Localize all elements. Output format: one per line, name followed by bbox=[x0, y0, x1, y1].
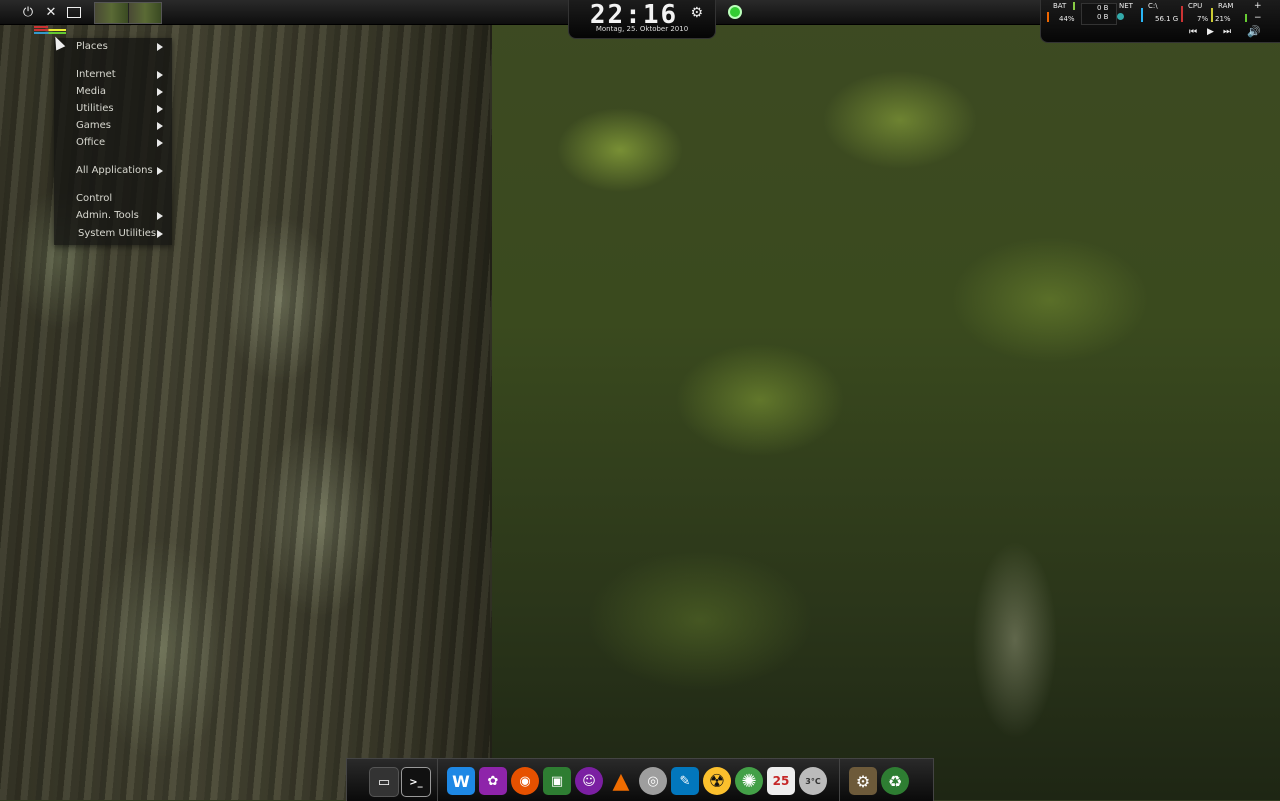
disk-label: C:\ bbox=[1148, 2, 1158, 10]
menu-item-office[interactable]: Office bbox=[76, 135, 105, 151]
menu-button[interactable] bbox=[34, 26, 66, 36]
gear-icon[interactable]: ⚙ bbox=[690, 5, 703, 21]
next-icon[interactable]: ⏭ bbox=[1223, 27, 1231, 37]
power-icon[interactable]: ⏻ bbox=[18, 2, 38, 22]
calendar-icon[interactable]: 25 bbox=[767, 767, 795, 795]
battery-level-bar bbox=[1047, 12, 1049, 22]
start-menu: Places Internet Media Utilities Games Of… bbox=[54, 38, 172, 245]
battery-value: 44% bbox=[1059, 15, 1075, 23]
disk-value: 56.1 G bbox=[1155, 15, 1179, 23]
ram-label: RAM bbox=[1218, 2, 1234, 10]
clock-widget[interactable]: 22:16 Montag, 25. Oktober 2010 ⚙ bbox=[568, 0, 716, 39]
submenu-arrow-icon bbox=[157, 139, 163, 147]
dock: ▭ >_ W ✿ ◉ ▣ ☺ ▲ ◎ ✎ ☢ ✺ 25 3°C ⚙ ♻ bbox=[346, 758, 934, 801]
disc-burner-icon[interactable]: ◎ bbox=[639, 767, 667, 795]
workspace-pager[interactable] bbox=[94, 2, 162, 24]
submenu-arrow-icon bbox=[157, 212, 163, 220]
submenu-arrow-icon bbox=[157, 167, 163, 175]
settings-icon[interactable]: ⚙ bbox=[849, 767, 877, 795]
cpu-bar bbox=[1181, 6, 1183, 22]
ram-bar bbox=[1211, 8, 1213, 22]
workspace-2[interactable] bbox=[128, 3, 161, 23]
submenu-arrow-icon bbox=[157, 43, 163, 51]
close-icon[interactable]: ✕ bbox=[41, 2, 61, 22]
battery-indicator bbox=[1073, 2, 1075, 10]
firefox-icon[interactable]: ◉ bbox=[511, 767, 539, 795]
image-editor-icon[interactable]: ▣ bbox=[543, 767, 571, 795]
clock-date: Montag, 25. Oktober 2010 bbox=[595, 25, 689, 33]
network-icon bbox=[1117, 13, 1124, 20]
tray-status-icon[interactable] bbox=[728, 5, 742, 19]
menu-item-admin-tools[interactable]: Admin. Tools bbox=[76, 208, 139, 224]
volume-icon[interactable]: 🔊 bbox=[1247, 25, 1261, 38]
net-down: 0 B bbox=[1097, 4, 1109, 12]
lime-icon[interactable]: ✺ bbox=[735, 767, 763, 795]
dock-separator bbox=[839, 759, 840, 801]
disk-bar bbox=[1141, 8, 1143, 22]
volume-bar bbox=[1245, 14, 1247, 22]
submenu-arrow-icon bbox=[157, 230, 163, 238]
vlc-icon[interactable]: ▲ bbox=[607, 767, 635, 795]
menu-item-utilities[interactable]: Utilities bbox=[76, 101, 114, 117]
workspace-1[interactable] bbox=[95, 3, 129, 23]
menu-item-places[interactable]: Places bbox=[76, 39, 108, 55]
menu-item-games[interactable]: Games bbox=[76, 118, 111, 134]
menu-item-control[interactable]: Control bbox=[76, 191, 112, 207]
play-icon[interactable]: ▶ bbox=[1207, 27, 1214, 37]
submenu-arrow-icon bbox=[157, 105, 163, 113]
net-label: NET bbox=[1119, 2, 1133, 10]
volume-plus-button[interactable]: + bbox=[1254, 1, 1262, 11]
system-monitor: BAT 44% 0 B 0 B NET C:\ 56.1 G CPU 7% RA… bbox=[1040, 0, 1280, 43]
terminal-tab-icon[interactable]: ▭ bbox=[369, 767, 399, 797]
radiation-icon[interactable]: ☢ bbox=[703, 767, 731, 795]
menu-item-all-applications[interactable]: All Applications bbox=[76, 163, 153, 179]
gimp-icon[interactable]: ✿ bbox=[479, 767, 507, 795]
menu-item-internet[interactable]: Internet bbox=[76, 67, 116, 83]
trash-icon[interactable]: ♻ bbox=[881, 767, 909, 795]
cpu-value: 7% bbox=[1197, 15, 1209, 23]
terminal-icon[interactable]: >_ bbox=[401, 767, 431, 797]
menu-item-media[interactable]: Media bbox=[76, 84, 106, 100]
gedit-icon[interactable]: ✎ bbox=[671, 767, 699, 795]
submenu-arrow-icon bbox=[157, 88, 163, 96]
dock-separator bbox=[437, 759, 438, 801]
menu-item-system-utilities[interactable]: System Utilities bbox=[78, 226, 156, 242]
submenu-arrow-icon bbox=[157, 71, 163, 79]
volume-minus-button[interactable]: − bbox=[1254, 13, 1262, 23]
window-icon[interactable] bbox=[64, 2, 84, 22]
cpu-label: CPU bbox=[1188, 2, 1203, 10]
writer-icon[interactable]: W bbox=[447, 767, 475, 795]
battery-label: BAT bbox=[1053, 2, 1067, 10]
previous-icon[interactable]: ⏮ bbox=[1189, 27, 1197, 37]
net-up: 0 B bbox=[1097, 13, 1109, 21]
weather-icon[interactable]: 3°C bbox=[799, 767, 827, 795]
submenu-arrow-icon bbox=[157, 122, 163, 130]
ram-value: 21% bbox=[1215, 15, 1231, 23]
pidgin-icon[interactable]: ☺ bbox=[575, 767, 603, 795]
